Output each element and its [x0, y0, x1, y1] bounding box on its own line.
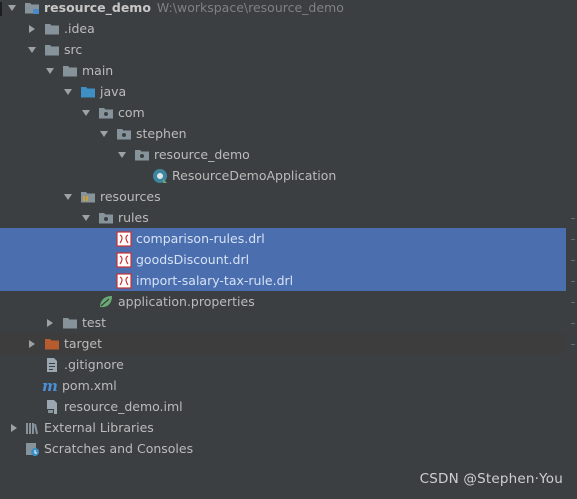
tree-label-rules: rules	[118, 210, 149, 225]
scratches-icon	[24, 441, 40, 457]
chevron-down-icon[interactable]	[6, 2, 18, 14]
chevron-right-icon[interactable]	[8, 422, 20, 434]
spring-boot-class-icon	[152, 168, 168, 184]
chevron-down-icon[interactable]	[62, 191, 74, 203]
tree-label-src: src	[64, 42, 83, 57]
tree-label-gitignore: .gitignore	[64, 357, 124, 372]
drools-file-icon	[116, 272, 132, 289]
tree-row-app-class[interactable]: ResourceDemoApplication	[0, 165, 566, 186]
folder-icon	[44, 21, 60, 37]
folder-icon	[44, 42, 60, 58]
chevron-right-icon[interactable]	[44, 317, 56, 329]
tree-label-java: java	[100, 84, 127, 99]
tree-label-application-properties: application.properties	[118, 294, 255, 309]
left-edge-marker	[0, 2, 2, 16]
tree-label-app-class: ResourceDemoApplication	[172, 168, 337, 183]
project-name: resource_demo	[44, 0, 151, 15]
tree-label-pom: pom.xml	[62, 378, 117, 393]
tree-row-resources[interactable]: resources	[0, 186, 566, 207]
chevron-right-icon[interactable]	[26, 338, 38, 350]
tree-row-test[interactable]: test	[0, 312, 566, 333]
source-folder-icon	[80, 84, 96, 100]
watermark: CSDN @Stephen·You	[419, 471, 563, 487]
tree-row-iml[interactable]: resource_demo.iml	[0, 396, 566, 417]
chevron-down-icon[interactable]	[80, 212, 92, 224]
tree-label-resources: resources	[100, 189, 161, 204]
tree-label-target: target	[64, 336, 103, 351]
tree-label-drl-file: import-salary-tax-rule.drl	[136, 273, 294, 288]
package-icon	[98, 105, 114, 121]
right-gutter	[566, 0, 577, 499]
folder-icon	[62, 63, 78, 79]
tree-row-java[interactable]: java	[0, 81, 566, 102]
chevron-down-icon[interactable]	[98, 128, 110, 140]
tree-row-drl-file[interactable]: import-salary-tax-rule.drl	[0, 270, 566, 291]
tree-row-project-root[interactable]: resource_demo W:\workspace\resource_demo	[0, 0, 566, 18]
maven-icon: m	[42, 378, 58, 394]
tree-row-idea[interactable]: .idea	[0, 18, 566, 39]
tree-label-external-libraries: External Libraries	[44, 420, 154, 435]
tree-label-main: main	[82, 63, 114, 78]
tree-label-drl-file: goodsDiscount.drl	[136, 252, 250, 267]
package-icon	[116, 126, 132, 142]
tree-row-src[interactable]: src	[0, 39, 566, 60]
chevron-down-icon[interactable]	[80, 107, 92, 119]
tree-label-iml: resource_demo.iml	[64, 399, 183, 414]
tree-label-stephen: stephen	[136, 126, 187, 141]
chevron-down-icon[interactable]	[44, 65, 56, 77]
module-file-icon	[44, 399, 60, 415]
tree-row-pom[interactable]: m pom.xml	[0, 375, 566, 396]
package-icon	[98, 210, 114, 226]
tree-label-test: test	[82, 315, 107, 330]
tree-label-com: com	[118, 105, 145, 120]
tree-row-main[interactable]: main	[0, 60, 566, 81]
tree-row-resource-demo-package[interactable]: resource_demo	[0, 144, 566, 165]
tree-label-scratches: Scratches and Consoles	[44, 441, 194, 456]
tree-row-com[interactable]: com	[0, 102, 566, 123]
project-tree: resource_demo W:\workspace\resource_demo…	[0, 0, 577, 499]
chevron-down-icon[interactable]	[116, 149, 128, 161]
chevron-right-icon[interactable]	[26, 23, 38, 35]
drools-file-icon	[116, 230, 132, 247]
package-icon	[134, 147, 150, 163]
svg-text:m: m	[42, 378, 58, 394]
folder-icon	[62, 315, 78, 331]
tree-row-gitignore[interactable]: .gitignore	[0, 354, 566, 375]
tree-label-drl-file: comparison-rules.drl	[136, 231, 265, 246]
project-path: W:\workspace\resource_demo	[156, 0, 344, 15]
resources-folder-icon	[80, 189, 96, 205]
project-folder-icon	[24, 0, 40, 16]
tree-label-resource-demo-package: resource_demo	[154, 147, 250, 162]
tree-row-drl-file[interactable]: comparison-rules.drl	[0, 228, 566, 249]
spring-properties-icon	[98, 294, 114, 310]
tree-row-target[interactable]: target	[0, 333, 566, 354]
excluded-folder-icon	[44, 336, 60, 352]
tree-row-scratches[interactable]: Scratches and Consoles	[0, 438, 566, 459]
chevron-down-icon[interactable]	[62, 86, 74, 98]
tree-row-application-properties[interactable]: application.properties	[0, 291, 566, 312]
libraries-icon	[24, 420, 40, 436]
text-file-icon	[44, 357, 60, 373]
tree-row-external-libraries[interactable]: External Libraries	[0, 417, 566, 438]
chevron-down-icon[interactable]	[26, 44, 38, 56]
drools-file-icon	[116, 251, 132, 268]
tree-row-rules[interactable]: rules	[0, 207, 566, 228]
tree-row-stephen[interactable]: stephen	[0, 123, 566, 144]
tree-row-drl-file[interactable]: goodsDiscount.drl	[0, 249, 566, 270]
tree-label-idea: .idea	[64, 21, 95, 36]
